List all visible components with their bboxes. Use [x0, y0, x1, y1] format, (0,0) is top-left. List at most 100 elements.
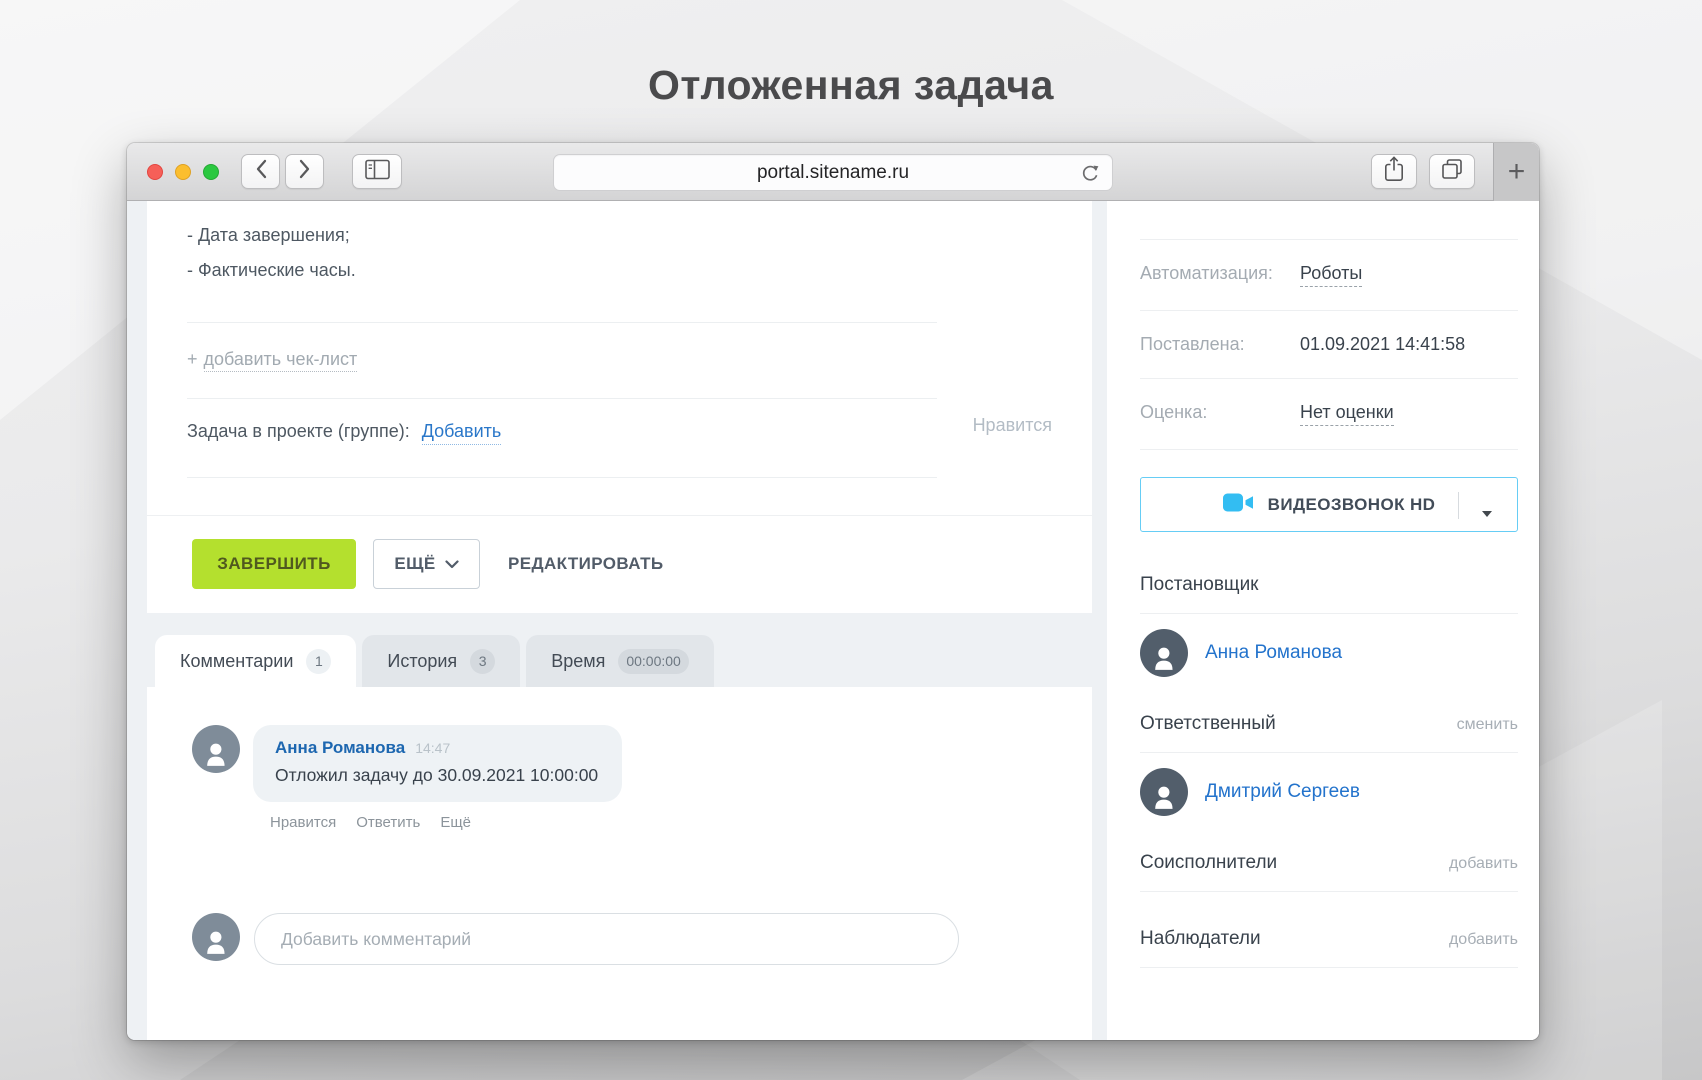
- minimize-window-button[interactable]: [175, 164, 191, 180]
- divider: [187, 477, 937, 478]
- responsible-avatar[interactable]: [1140, 768, 1188, 816]
- tab-overview-button[interactable]: [1429, 154, 1475, 189]
- traffic-lights: [147, 164, 219, 180]
- comment-time: 14:47: [415, 740, 450, 756]
- new-tab-button[interactable]: +: [1493, 143, 1539, 201]
- divider: [1458, 492, 1459, 519]
- observers-row: Наблюдатели добавить: [1140, 892, 1518, 967]
- back-button[interactable]: [241, 154, 280, 189]
- originator-label: Постановщик: [1140, 574, 1259, 596]
- tab-history[interactable]: История 3: [362, 635, 520, 687]
- responsible-name-link[interactable]: Дмитрий Сергеев: [1205, 781, 1360, 803]
- description-line: - Дата завершения;: [187, 225, 1052, 246]
- field-automation: Автоматизация: Роботы: [1140, 240, 1518, 310]
- comment-actions: Нравится Ответить Ещё: [270, 814, 1047, 831]
- divider: [1140, 449, 1518, 450]
- tab-comments[interactable]: Комментарии 1: [155, 635, 356, 687]
- responsible-person: Дмитрий Сергеев: [1140, 753, 1518, 816]
- originator-person: Анна Романова: [1140, 614, 1518, 677]
- complete-task-button[interactable]: ЗАВЕРШИТЬ: [192, 539, 356, 589]
- project-label: Задача в проекте (группе):: [187, 421, 410, 442]
- tab-time[interactable]: Время 00:00:00: [526, 635, 714, 687]
- add-observer-link[interactable]: добавить: [1449, 931, 1518, 949]
- page-title: Отложенная задача: [0, 62, 1702, 109]
- coexecutors-row: Соисполнители добавить: [1140, 816, 1518, 891]
- video-call-button[interactable]: ВИДЕОЗВОНОК HD: [1140, 477, 1518, 532]
- nav-buttons: [241, 154, 324, 189]
- comment-bubble: Анна Романова 14:47 Отложил задачу до 30…: [253, 725, 622, 802]
- field-label: Оценка:: [1140, 402, 1300, 423]
- url-text: portal.sitename.ru: [757, 162, 909, 184]
- originator-name-link[interactable]: Анна Романова: [1205, 642, 1342, 664]
- forward-button[interactable]: [285, 154, 324, 189]
- browser-toolbar: portal.sitename.ru +: [127, 143, 1539, 201]
- task-main-column: - Дата завершения; - Фактические часы. +…: [147, 201, 1092, 1040]
- time-badge: 00:00:00: [618, 649, 689, 674]
- address-bar[interactable]: portal.sitename.ru: [553, 154, 1113, 191]
- observers-label: Наблюдатели: [1140, 928, 1261, 950]
- zoom-window-button[interactable]: [203, 164, 219, 180]
- chevron-down-icon: [445, 554, 459, 574]
- browser-window: portal.sitename.ru + - Дата завершения; …: [127, 143, 1539, 1040]
- sidebar-icon: [365, 159, 390, 185]
- tab-label: Время: [551, 651, 605, 672]
- divider: [1140, 967, 1518, 968]
- share-icon: [1384, 156, 1404, 187]
- toolbar-right-buttons: [1371, 154, 1475, 189]
- task-sidebar: Автоматизация: Роботы Поставлена: 01.09.…: [1107, 201, 1539, 1040]
- tab-label: История: [387, 651, 457, 672]
- field-rating: Оценка: Нет оценки: [1140, 379, 1518, 449]
- video-camera-icon: [1223, 492, 1254, 518]
- originator-header-row: Постановщик: [1140, 532, 1518, 613]
- history-count-badge: 3: [470, 649, 495, 674]
- current-user-avatar[interactable]: [192, 913, 240, 961]
- task-page: - Дата завершения; - Фактические часы. +…: [127, 201, 1539, 1040]
- like-link[interactable]: Нравится: [973, 415, 1052, 436]
- more-label: ЕЩЁ: [394, 554, 435, 574]
- field-label: Автоматизация:: [1140, 263, 1300, 284]
- comment-author-avatar[interactable]: [192, 725, 240, 773]
- sidebar-toggle-button[interactable]: [352, 154, 402, 189]
- change-responsible-link[interactable]: сменить: [1457, 716, 1518, 734]
- automation-robots-link[interactable]: Роботы: [1300, 263, 1362, 287]
- add-coexecutor-link[interactable]: добавить: [1449, 855, 1518, 873]
- divider: [187, 398, 937, 399]
- tab-label: Комментарии: [180, 651, 293, 672]
- share-button[interactable]: [1371, 154, 1417, 189]
- caret-down-icon[interactable]: [1481, 503, 1493, 523]
- add-checklist-row: + добавить чек-лист: [187, 349, 1052, 370]
- plus-icon: +: [1508, 157, 1526, 187]
- rating-link[interactable]: Нет оценки: [1300, 402, 1394, 426]
- responsible-label: Ответственный: [1140, 713, 1276, 735]
- task-description-panel: - Дата завершения; - Фактические часы. +…: [147, 201, 1092, 613]
- field-created: Поставлена: 01.09.2021 14:41:58: [1140, 311, 1518, 378]
- originator-avatar[interactable]: [1140, 629, 1188, 677]
- comment-input[interactable]: [254, 913, 959, 965]
- task-actions-row: ЗАВЕРШИТЬ ЕЩЁ РЕДАКТИРОВАТЬ: [147, 516, 1092, 613]
- divider: [187, 322, 937, 323]
- edit-task-button[interactable]: РЕДАКТИРОВАТЬ: [502, 554, 669, 574]
- comment-reply-link[interactable]: Ответить: [356, 814, 420, 831]
- comment-text: Отложил задачу до 30.09.2021 10:00:00: [275, 765, 598, 786]
- comment-author-link[interactable]: Анна Романова: [275, 738, 405, 758]
- responsible-header-row: Ответственный сменить: [1140, 677, 1518, 752]
- video-call-label: ВИДЕОЗВОНОК HD: [1268, 495, 1436, 515]
- comment-tabs: Комментарии 1 История 3 Время 00:00:00: [155, 635, 1092, 687]
- comment-more-link[interactable]: Ещё: [440, 814, 471, 831]
- comment-item: Анна Романова 14:47 Отложил задачу до 30…: [192, 725, 1047, 802]
- chevron-left-icon: [255, 159, 267, 184]
- reload-button[interactable]: [1080, 163, 1101, 184]
- field-label: Поставлена:: [1140, 334, 1300, 355]
- plus-sign: +: [187, 349, 198, 369]
- tabs-icon: [1441, 158, 1463, 185]
- comment-input-row: [192, 913, 1047, 965]
- more-actions-button[interactable]: ЕЩЁ: [373, 539, 480, 589]
- comments-panel: Анна Романова 14:47 Отложил задачу до 30…: [147, 687, 1092, 1040]
- comments-count-badge: 1: [306, 649, 331, 674]
- project-add-link[interactable]: Добавить: [422, 421, 502, 445]
- comment-like-link[interactable]: Нравится: [270, 814, 336, 831]
- project-row: Задача в проекте (группе): Добавить Нрав…: [187, 421, 1052, 445]
- add-checklist-link[interactable]: добавить чек-лист: [204, 349, 358, 372]
- coexecutors-label: Соисполнители: [1140, 852, 1277, 874]
- close-window-button[interactable]: [147, 164, 163, 180]
